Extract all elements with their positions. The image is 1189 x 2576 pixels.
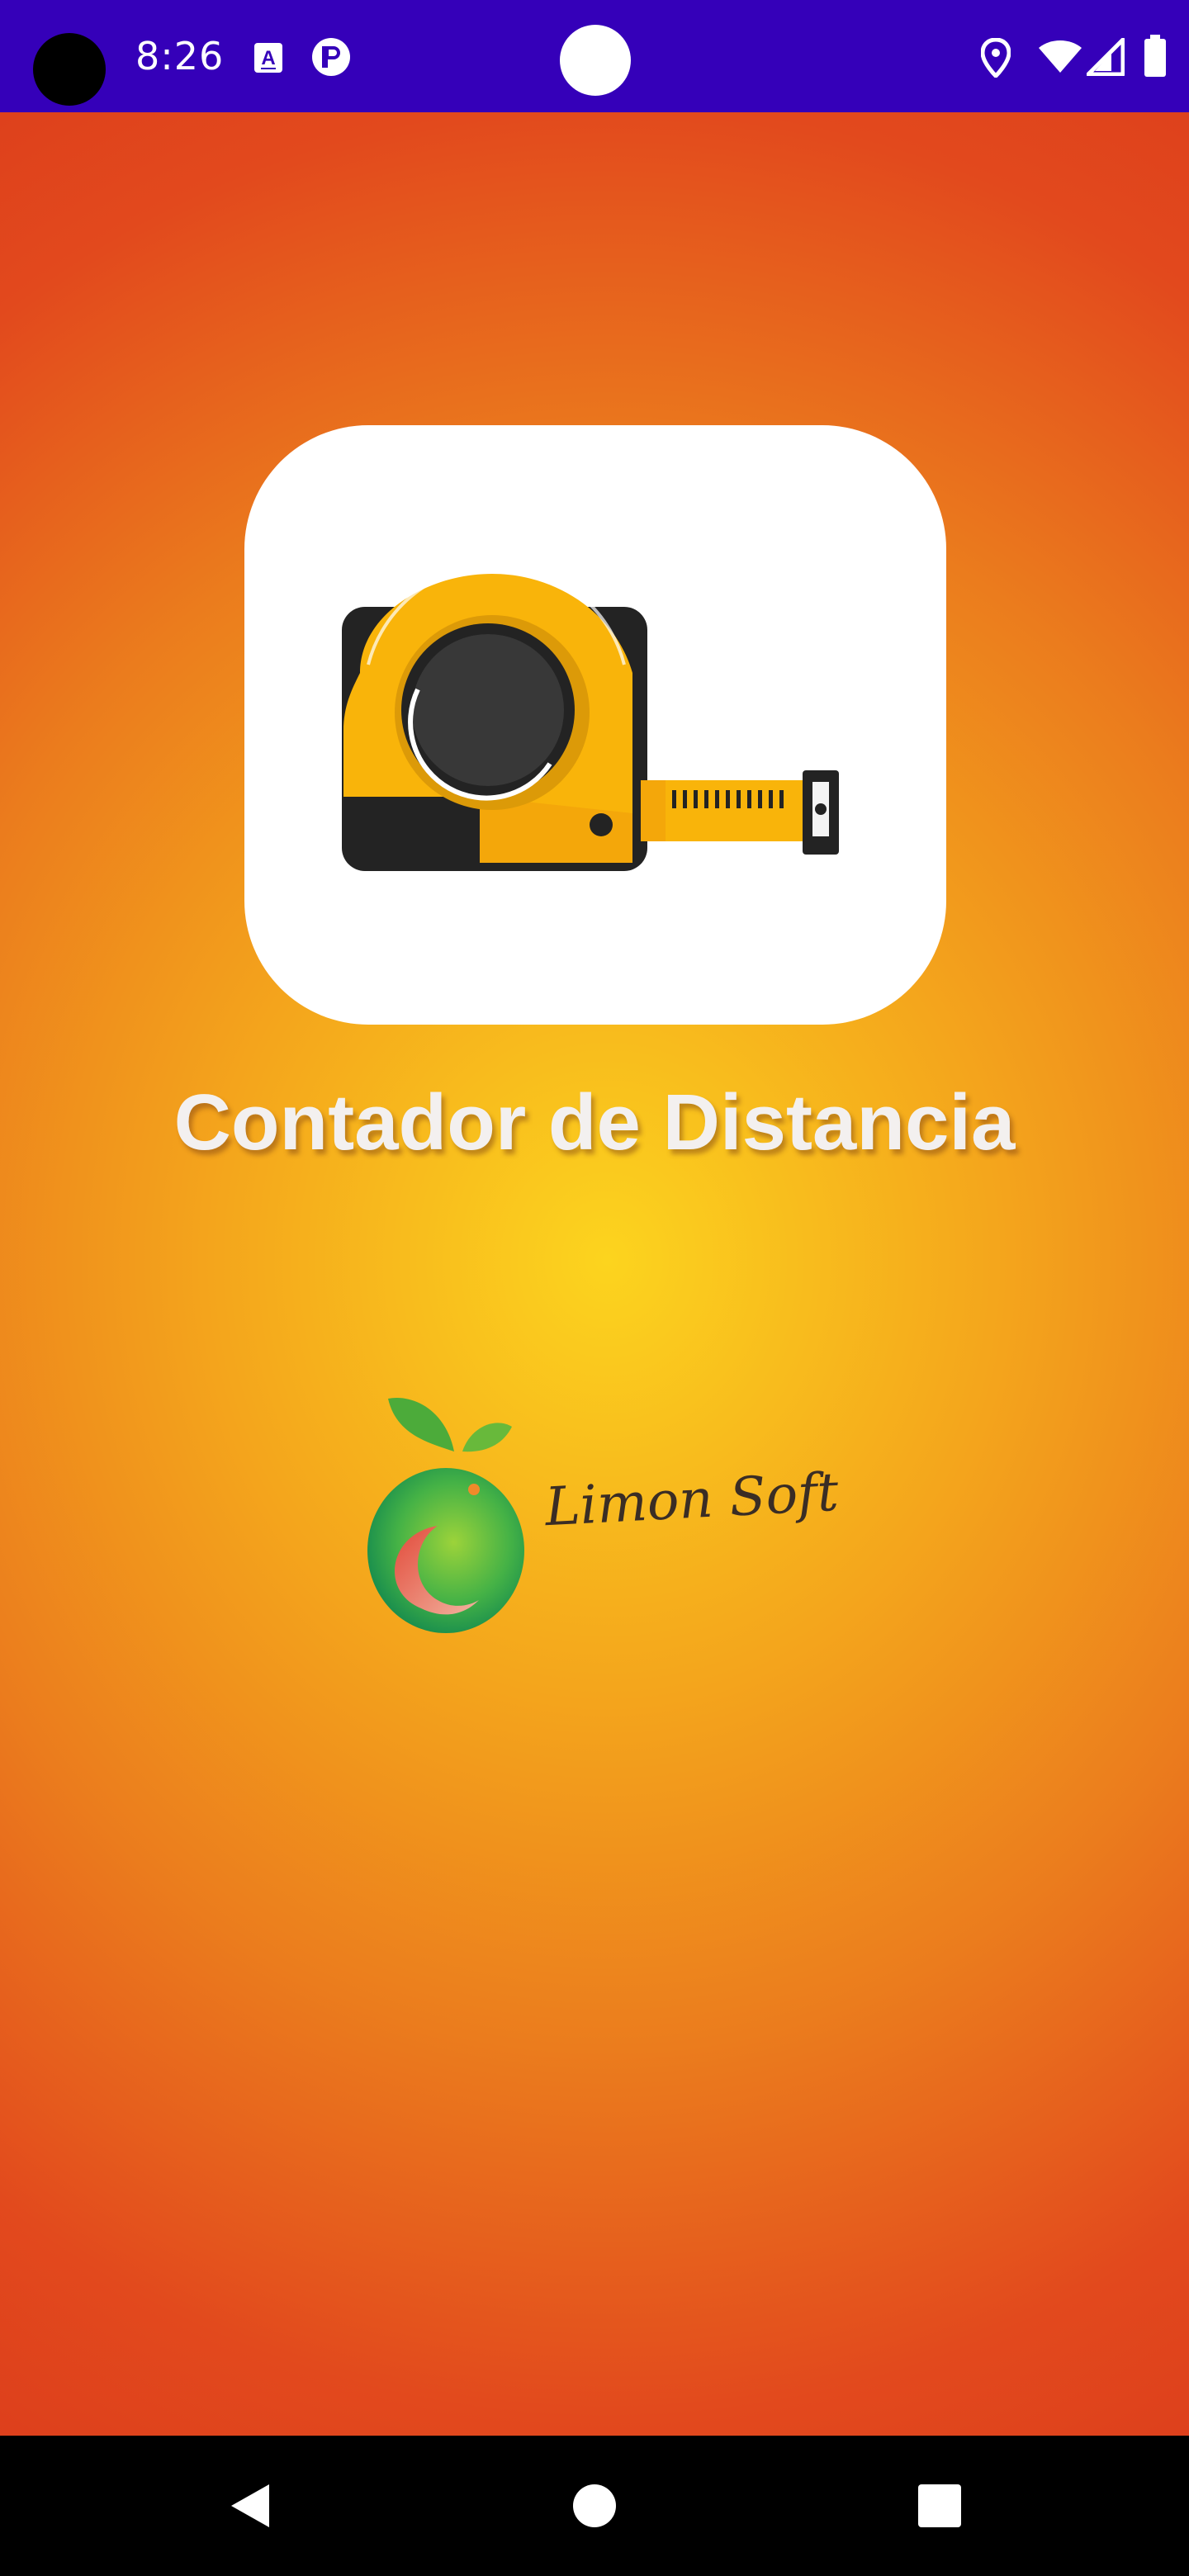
wifi-icon [1037, 38, 1083, 78]
status-time: 8:26 [135, 34, 225, 78]
notification-app-icon [310, 36, 352, 81]
splash-screen: Contador de Distancia Limon Soft [0, 112, 1189, 2436]
home-button[interactable] [528, 2436, 661, 2576]
recents-icon [918, 2484, 961, 2527]
recents-button[interactable] [874, 2436, 1006, 2576]
text-recognition-icon: A [253, 41, 284, 78]
cell-signal-icon [1086, 37, 1125, 79]
back-button[interactable] [183, 2436, 315, 2576]
home-icon [573, 2484, 616, 2527]
developer-logo: Limon Soft [363, 1394, 859, 1633]
svg-text:A: A [261, 47, 275, 69]
navigation-bar [0, 2436, 1189, 2576]
status-center-dot [560, 25, 631, 96]
battery-icon [1143, 35, 1168, 81]
location-icon [980, 37, 1011, 81]
back-icon [231, 2484, 269, 2527]
app-screen: 8:26 A Contador de Distancia Limon Soft [0, 0, 1189, 2576]
app-icon-tile [244, 425, 946, 1025]
app-name: Contador de Distancia [173, 1078, 1016, 1167]
front-camera-cutout [33, 33, 106, 106]
lemon-fruit-logo [363, 1394, 537, 1636]
status-bar: 8:26 A [0, 0, 1189, 112]
developer-name: Limon Soft [543, 1461, 841, 1539]
